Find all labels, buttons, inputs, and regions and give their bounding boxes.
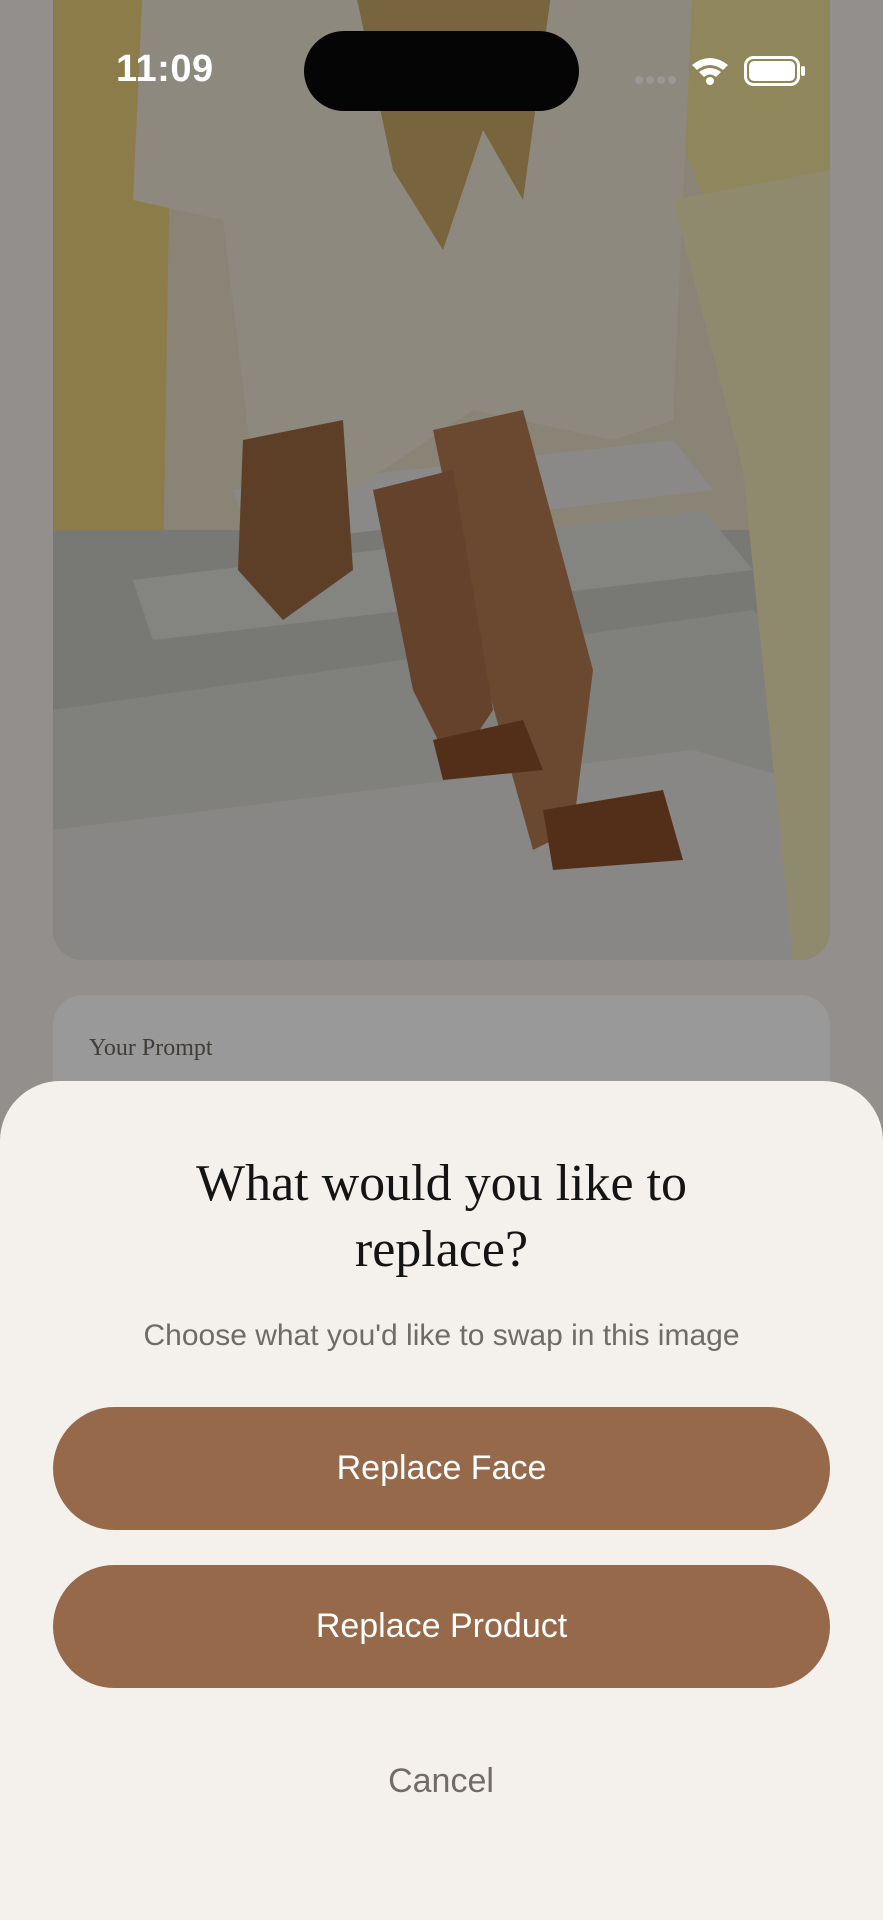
battery-icon: [744, 56, 805, 86]
wifi-icon: [692, 58, 728, 85]
status-time: 11:09: [116, 48, 214, 90]
replace-options-sheet: What would you like to replace? Choose w…: [0, 1081, 883, 1920]
cancel-button[interactable]: Cancel: [341, 1751, 541, 1811]
sheet-title: What would you like to replace?: [195, 1155, 688, 1278]
dynamic-island: [304, 31, 579, 111]
signal-icon: [635, 76, 676, 84]
replace-face-button[interactable]: Replace Face: [53, 1407, 830, 1530]
replace-product-button[interactable]: Replace Product: [53, 1565, 830, 1688]
sheet-subtitle: Choose what you'd like to swap in this i…: [143, 1319, 740, 1352]
